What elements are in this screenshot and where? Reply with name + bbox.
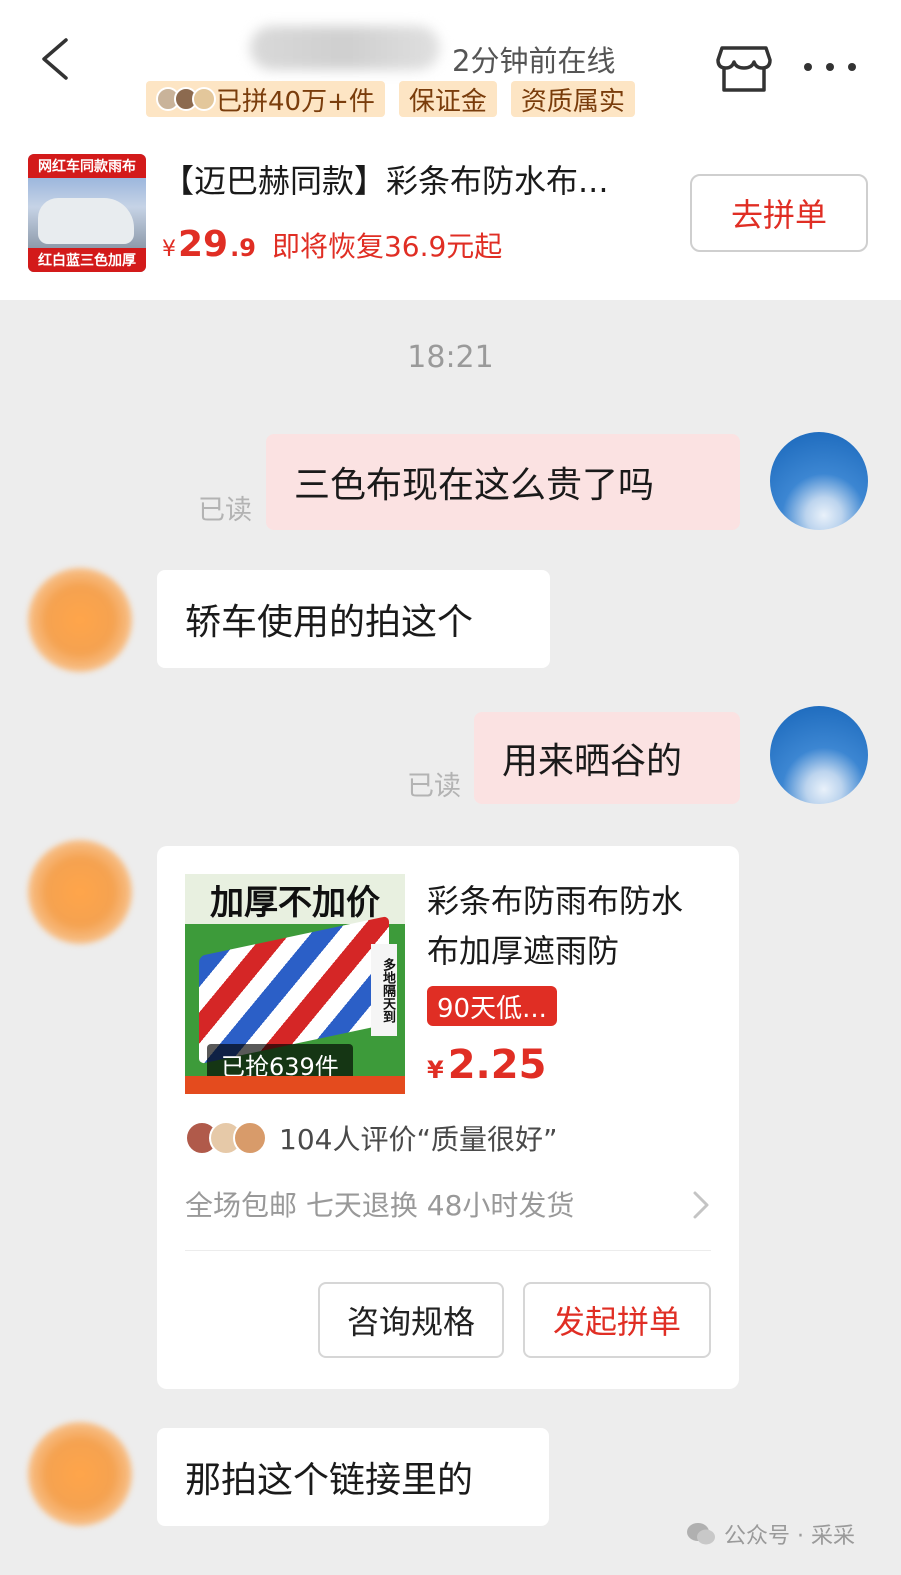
reviews-text: 104人评价“质量很好” [279,1123,558,1156]
thumb-bottom-label: 红白蓝三色加厚 [28,248,146,272]
product-bar[interactable]: 网红车同款雨布 红白蓝三色加厚 【迈巴赫同款】彩条布防水布... ¥ 29 .9… [0,140,901,290]
product-card[interactable]: 加厚不加价 多地隔天到 已抢639件 彩条布防雨布防水布加厚遮雨防 90天低..… [157,846,739,1389]
more-dots-icon[interactable] [800,52,860,82]
my-avatar[interactable] [770,706,868,804]
tag-verified: 资质属实 [510,81,635,117]
message-bubble-shop[interactable]: 那拍这个链接里的 [157,1428,549,1526]
buyer-avatars [156,87,216,111]
car-image [38,198,134,244]
price-currency: ¥ [427,1056,444,1084]
shop-name-blurred [250,26,440,70]
low-price-badge: 90天低... [427,986,557,1026]
go-group-buy-button[interactable]: 去拼单 [690,174,868,252]
product-price: ¥ 29 .9 即将恢复36.9元起 [162,224,502,265]
message-text: 用来晒谷的 [502,741,683,782]
message-text: 那拍这个链接里的 [185,1460,474,1501]
store-icon[interactable] [716,44,772,94]
shop-avatar[interactable] [28,568,132,672]
message-bubble-me[interactable]: 三色布现在这么贵了吗 [266,434,740,530]
price-currency: ¥ [162,237,176,262]
message-text: 三色布现在这么贵了吗 [294,465,655,506]
tag-sold-count: 已拼40万+件 [146,81,385,117]
card-title[interactable]: 彩条布防雨布防水布加厚遮雨防 [427,876,707,976]
read-receipt: 已读 [407,771,461,802]
tarp-image [199,915,389,1065]
price-decimal: .9 [230,234,256,262]
message-text: 轿车使用的拍这个 [185,602,474,643]
watermark-text: 公众号 · 采采 [724,1524,855,1549]
shop-avatar[interactable] [28,1422,132,1526]
chevron-right-icon[interactable] [691,1190,711,1220]
card-price: ¥ 2.25 [427,1042,546,1088]
price-integer: 29 [178,224,229,265]
service-guarantees[interactable]: 全场包邮 七天退换 48小时发货 [185,1184,574,1224]
price-restore-note: 即将恢复36.9元起 [271,230,503,263]
my-avatar[interactable] [770,432,868,530]
shop-tags: 已拼40万+件 保证金 资质属实 [146,81,635,117]
image-side-text: 多地隔天到 [371,944,397,1036]
message-bubble-shop[interactable]: 轿车使用的拍这个 [157,570,550,668]
reviews-row[interactable]: 104人评价“质量很好” [185,1118,557,1158]
divider [185,1250,711,1251]
reviewer-avatars [185,1121,267,1155]
image-header-text: 加厚不加价 [185,874,405,924]
shop-avatar[interactable] [28,840,132,944]
image-footer-band [185,1076,405,1094]
card-product-image[interactable]: 加厚不加价 多地隔天到 已抢639件 [185,874,405,1094]
online-status: 2分钟前在线 [452,44,616,78]
chevron-left-icon[interactable] [34,36,80,82]
wechat-icon [687,1523,715,1545]
message-bubble-me[interactable]: 用来晒谷的 [474,712,740,804]
ask-spec-button[interactable]: 咨询规格 [318,1282,504,1358]
product-thumbnail[interactable]: 网红车同款雨布 红白蓝三色加厚 [28,154,146,272]
product-title[interactable]: 【迈巴赫同款】彩条布防水布... [162,156,609,202]
tag-label: 已拼40万+件 [216,86,375,117]
price-value: 2.25 [447,1042,547,1088]
chat-timestamp: 18:21 [407,340,494,375]
start-group-buy-button[interactable]: 发起拼单 [523,1282,711,1358]
chat-header: 2分钟前在线 已拼40万+件 保证金 资质属实 网红车同款雨布 红白蓝三色加厚 … [0,0,901,300]
watermark: 公众号 · 采采 [686,1518,855,1550]
tag-deposit: 保证金 [398,81,497,117]
thumb-top-label: 网红车同款雨布 [28,154,146,178]
read-receipt: 已读 [198,495,252,526]
